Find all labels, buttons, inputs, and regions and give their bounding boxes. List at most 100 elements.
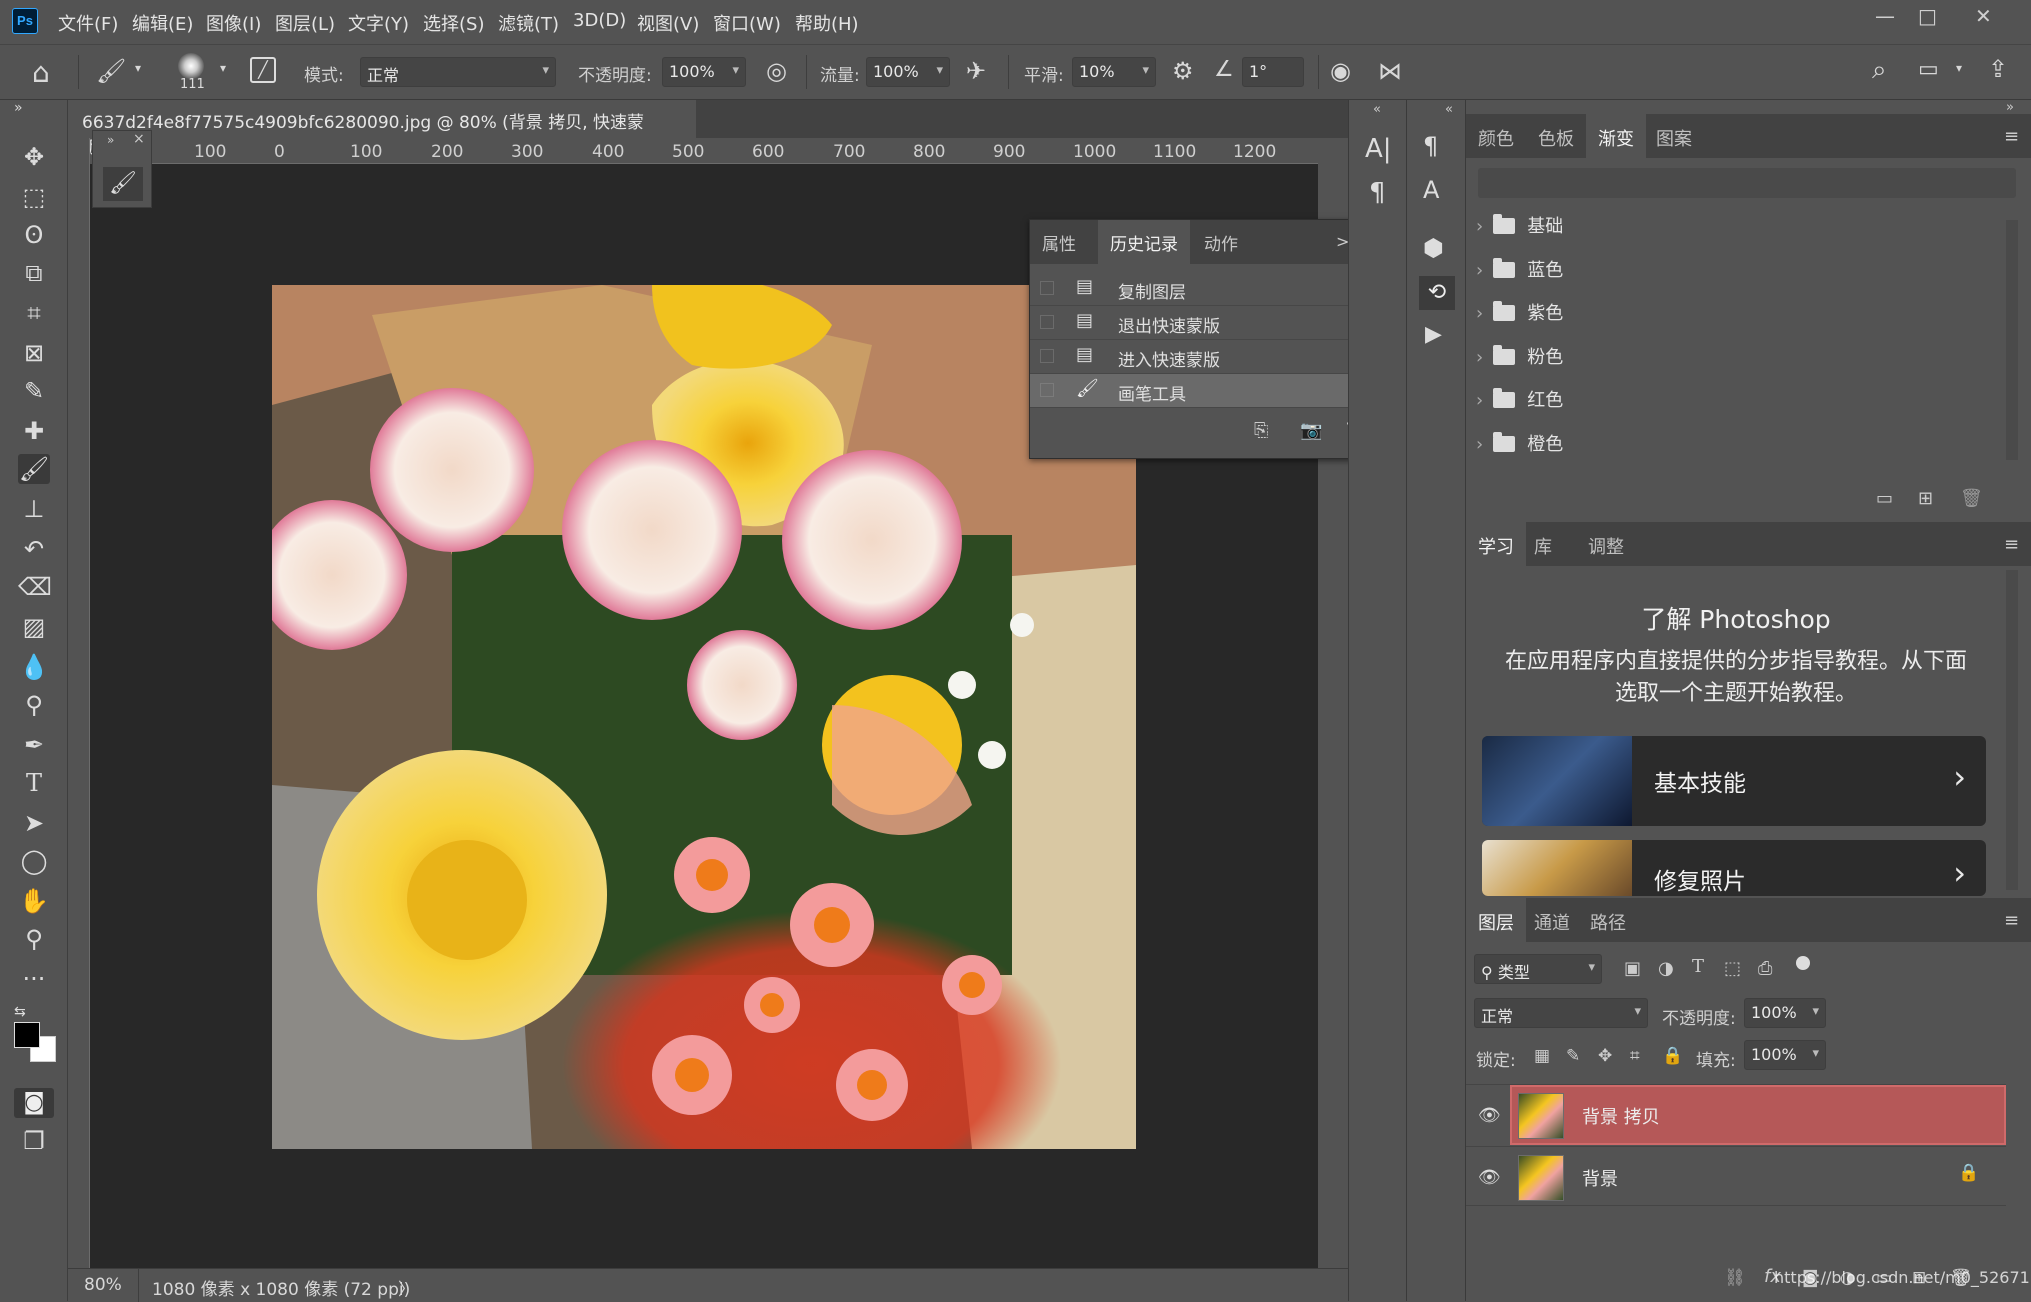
- eyedropper-tool-icon[interactable]: ✎: [18, 376, 50, 406]
- blend-mode-select[interactable]: 正常 ▾: [1474, 998, 1648, 1028]
- layer-filter-select[interactable]: ⚲ 类型 ▾: [1474, 954, 1602, 984]
- lock-artboard-icon[interactable]: ⌗: [1630, 1046, 1640, 1066]
- close-window-button[interactable]: ✕: [1975, 4, 1992, 28]
- 3d-panel-icon[interactable]: ⬢: [1423, 234, 1444, 262]
- paragraph-styles-icon[interactable]: ¶: [1423, 132, 1438, 160]
- paragraph-panel-icon[interactable]: ¶: [1369, 178, 1386, 208]
- learn-scrollbar[interactable]: [2006, 570, 2018, 890]
- menu-type[interactable]: 文字(Y): [348, 10, 409, 36]
- gradient-folder[interactable]: › 紫色: [1476, 299, 1563, 339]
- frame-tool-icon[interactable]: ⊠: [18, 338, 50, 368]
- gear-icon[interactable]: ⚙: [1172, 57, 1194, 85]
- menu-window[interactable]: 窗口(W): [713, 10, 781, 36]
- gradient-folder[interactable]: › 粉色: [1476, 343, 1563, 383]
- foreground-color-swatch[interactable]: [14, 1022, 40, 1048]
- history-item-selected[interactable]: 🖌 画笔工具: [1030, 374, 1385, 408]
- lock-position-icon[interactable]: ✥: [1598, 1046, 1612, 1066]
- gradient-folder[interactable]: › 基础: [1476, 212, 1563, 252]
- hand-tool-icon[interactable]: ✋: [18, 886, 50, 916]
- panel-menu-icon[interactable]: ≡: [2004, 910, 2019, 931]
- snapshot-checkbox[interactable]: [1040, 383, 1054, 397]
- tab-channels[interactable]: 通道: [1522, 898, 1582, 942]
- opacity-field[interactable]: 100% ▾: [662, 57, 746, 87]
- screen-mode-icon[interactable]: ❐: [18, 1126, 50, 1156]
- tab-layers[interactable]: 图层: [1466, 898, 1526, 942]
- document-tab[interactable]: 6637d2f4e8f77575c4909bfc6280090.jpg @ 80…: [68, 100, 696, 158]
- crop-tool-icon[interactable]: ⌗: [18, 298, 50, 328]
- brush-tip-preview-icon[interactable]: [178, 53, 204, 79]
- learn-card-basic-skills[interactable]: 基本技能 ›: [1482, 736, 1986, 826]
- brush-panel-toggle-icon[interactable]: ╱: [250, 57, 276, 83]
- symmetry-butterfly-icon[interactable]: ⋈: [1378, 57, 1402, 85]
- panel-menu-icon[interactable]: ≡: [2004, 126, 2019, 147]
- menu-edit[interactable]: 编辑(E): [132, 10, 193, 36]
- menu-image[interactable]: 图像(I): [206, 10, 261, 36]
- new-folder-icon[interactable]: ▭: [1876, 488, 1893, 509]
- filter-smart-object-icon[interactable]: ⎙: [1758, 958, 1772, 979]
- menu-file[interactable]: 文件(F): [58, 10, 118, 36]
- history-item[interactable]: ▤ 复制图层: [1030, 272, 1385, 306]
- tab-swatches[interactable]: 色板: [1526, 114, 1586, 158]
- menu-filter[interactable]: 滤镜(T): [498, 10, 559, 36]
- filter-shape-icon[interactable]: ⬚: [1724, 958, 1741, 979]
- tab-properties[interactable]: 属性: [1030, 220, 1088, 264]
- history-item[interactable]: ▤ 退出快速蒙版: [1030, 306, 1385, 340]
- lock-transparent-icon[interactable]: ▦: [1534, 1046, 1550, 1066]
- maximize-button[interactable]: □: [1918, 4, 1937, 28]
- layer-name[interactable]: 背景: [1582, 1165, 1618, 1191]
- eraser-tool-icon[interactable]: ⌫: [18, 572, 52, 602]
- filter-type-icon[interactable]: T: [1692, 956, 1704, 977]
- marquee-tool-icon[interactable]: ⬚: [18, 182, 50, 212]
- character-panel-icon[interactable]: A|: [1365, 134, 1392, 164]
- gradient-tool-icon[interactable]: ▨: [18, 612, 50, 642]
- dodge-tool-icon[interactable]: ⚲: [18, 690, 50, 720]
- canvas-image[interactable]: [272, 285, 1136, 1149]
- snapshot-checkbox[interactable]: [1040, 349, 1054, 363]
- chevron-down-icon[interactable]: ▾: [220, 61, 226, 75]
- clone-stamp-tool-icon[interactable]: ⊥: [18, 494, 50, 524]
- path-selection-tool-icon[interactable]: ➤: [18, 808, 50, 838]
- character-styles-icon[interactable]: A: [1423, 176, 1439, 204]
- info-menu-arrow-icon[interactable]: 〉: [398, 1275, 415, 1300]
- brush-preset-icon[interactable]: 🖌: [96, 57, 126, 85]
- tab-patterns[interactable]: 图案: [1644, 114, 1704, 158]
- tab-libraries[interactable]: 库: [1522, 522, 1564, 566]
- close-icon[interactable]: ×: [133, 131, 145, 147]
- history-panel-icon[interactable]: ⟲: [1419, 276, 1455, 310]
- actions-play-icon[interactable]: ▶: [1425, 322, 1442, 347]
- collapse-icon[interactable]: «: [1445, 102, 1453, 117]
- eye-icon[interactable]: 👁: [1478, 1105, 1502, 1126]
- layer-row[interactable]: 👁 背景 🔒: [1466, 1146, 2006, 1206]
- home-icon[interactable]: ⌂: [32, 56, 50, 89]
- camera-icon[interactable]: 📷: [1300, 420, 1322, 441]
- quick-mask-icon[interactable]: ◙: [14, 1088, 54, 1118]
- share-icon[interactable]: ⇪: [1988, 55, 2008, 83]
- tab-color[interactable]: 颜色: [1466, 114, 1526, 158]
- menu-3d[interactable]: 3D(D): [573, 10, 626, 31]
- lock-pixels-icon[interactable]: ✎: [1566, 1046, 1580, 1066]
- gradient-folder[interactable]: › 红色: [1476, 386, 1563, 426]
- link-layers-icon[interactable]: ⛓: [1724, 1268, 1746, 1288]
- pen-tool-icon[interactable]: ✒: [18, 730, 50, 760]
- chevron-down-icon[interactable]: ▾: [135, 61, 141, 75]
- blur-tool-icon[interactable]: 💧: [18, 652, 50, 682]
- layer-name[interactable]: 背景 拷贝: [1582, 1103, 1660, 1129]
- snapshot-checkbox[interactable]: [1040, 315, 1054, 329]
- smoothing-field[interactable]: 10% ▾: [1072, 57, 1156, 87]
- mode-select[interactable]: 正常 ▾: [360, 57, 556, 87]
- type-tool-icon[interactable]: T: [18, 768, 50, 798]
- airbrush-icon[interactable]: ✈: [966, 57, 986, 85]
- new-document-from-state-icon[interactable]: ⎘: [1254, 420, 1268, 441]
- menu-help[interactable]: 帮助(H): [795, 10, 859, 36]
- zoom-tool-icon[interactable]: ⚲: [18, 924, 50, 954]
- new-gradient-icon[interactable]: ⊞: [1918, 488, 1933, 509]
- pressure-size-icon[interactable]: ◉: [1330, 57, 1351, 85]
- tab-learn[interactable]: 学习: [1466, 522, 1526, 566]
- eye-icon[interactable]: 👁: [1478, 1167, 1502, 1188]
- tab-adjustments[interactable]: 调整: [1576, 522, 1636, 566]
- swap-colors-icon[interactable]: ⇆: [14, 1004, 26, 1020]
- search-icon[interactable]: ⌕: [1872, 55, 1887, 86]
- tab-history[interactable]: 历史记录: [1098, 220, 1190, 264]
- menu-select[interactable]: 选择(S): [423, 10, 484, 36]
- filter-adjustment-icon[interactable]: ◑: [1658, 958, 1674, 979]
